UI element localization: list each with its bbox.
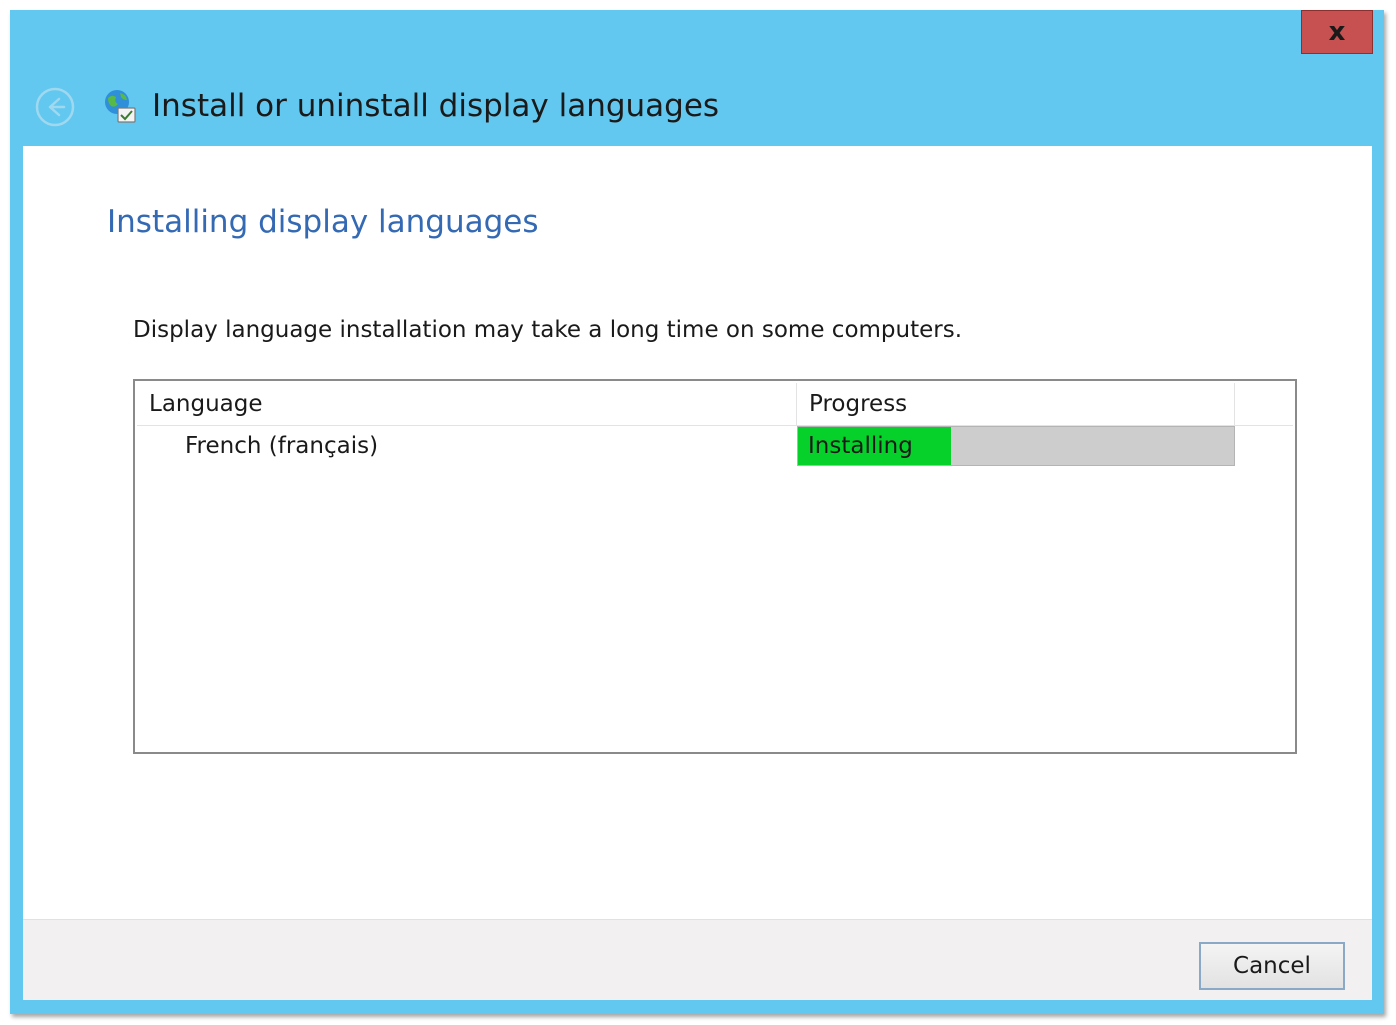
progress-status: Installing bbox=[808, 433, 913, 459]
description-text: Display language installation may take a… bbox=[133, 317, 963, 343]
column-header-language[interactable]: Language bbox=[137, 383, 797, 425]
list-header: Language Progress bbox=[137, 383, 1293, 426]
main-instruction: Installing display languages bbox=[107, 204, 539, 240]
window-title: Install or uninstall display languages bbox=[152, 88, 720, 124]
language-name: French (français) bbox=[185, 433, 379, 459]
cancel-button[interactable]: Cancel bbox=[1199, 942, 1345, 990]
dialog-content: Installing display languages Display lan… bbox=[23, 146, 1372, 1000]
list-item[interactable]: French (français) Installing bbox=[137, 426, 1293, 468]
progress-bar: Installing bbox=[797, 426, 1235, 466]
language-list[interactable]: Language Progress French (français) Inst… bbox=[133, 379, 1297, 754]
back-button[interactable] bbox=[34, 86, 76, 128]
language-globe-icon bbox=[105, 90, 136, 123]
column-header-progress[interactable]: Progress bbox=[797, 383, 1235, 425]
dialog-window: x Install or uninstall display languages… bbox=[10, 10, 1384, 1014]
close-button[interactable]: x bbox=[1301, 10, 1373, 54]
close-icon: x bbox=[1328, 17, 1346, 47]
back-arrow-icon bbox=[35, 87, 75, 127]
button-bar: Cancel bbox=[23, 919, 1372, 1000]
